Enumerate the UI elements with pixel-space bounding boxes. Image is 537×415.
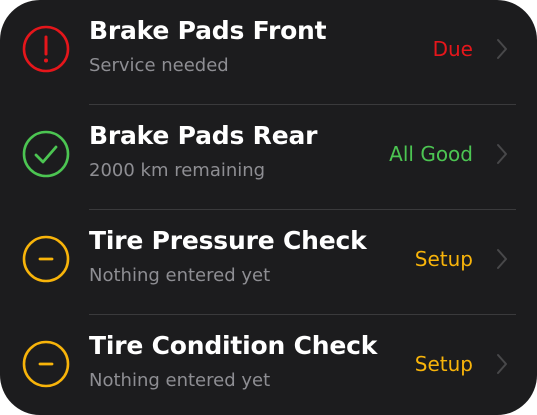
- item-title: Brake Pads Front: [89, 16, 327, 45]
- exclamation-circle-icon: [22, 25, 70, 73]
- list-item-brake-pads-front[interactable]: Brake Pads Front Service needed Due: [0, 0, 537, 105]
- checkmark-circle-icon: [22, 130, 70, 178]
- item-subtitle: 2000 km remaining: [89, 160, 266, 181]
- status-label: Due: [432, 37, 473, 61]
- item-subtitle: Service needed: [89, 55, 229, 76]
- item-subtitle: Nothing entered yet: [89, 265, 271, 286]
- list-item-brake-pads-rear[interactable]: Brake Pads Rear 2000 km remaining All Go…: [0, 105, 537, 210]
- maintenance-list-card: Brake Pads Front Service needed Due Brak…: [0, 0, 537, 415]
- chevron-right-icon: [495, 141, 509, 167]
- minus-circle-icon: [22, 340, 70, 388]
- status-label: Setup: [414, 352, 473, 376]
- status-label: All Good: [389, 142, 473, 166]
- list-item-tire-pressure-check[interactable]: Tire Pressure Check Nothing entered yet …: [0, 210, 537, 315]
- list-item-tire-condition-check[interactable]: Tire Condition Check Nothing entered yet…: [0, 315, 537, 415]
- item-title: Brake Pads Rear: [89, 121, 318, 150]
- chevron-right-icon: [495, 351, 509, 377]
- item-subtitle: Nothing entered yet: [89, 370, 271, 391]
- item-title: Tire Condition Check: [89, 331, 378, 360]
- chevron-right-icon: [495, 246, 509, 272]
- item-title: Tire Pressure Check: [89, 226, 367, 255]
- status-label: Setup: [414, 247, 473, 271]
- chevron-right-icon: [495, 36, 509, 62]
- minus-circle-icon: [22, 235, 70, 283]
